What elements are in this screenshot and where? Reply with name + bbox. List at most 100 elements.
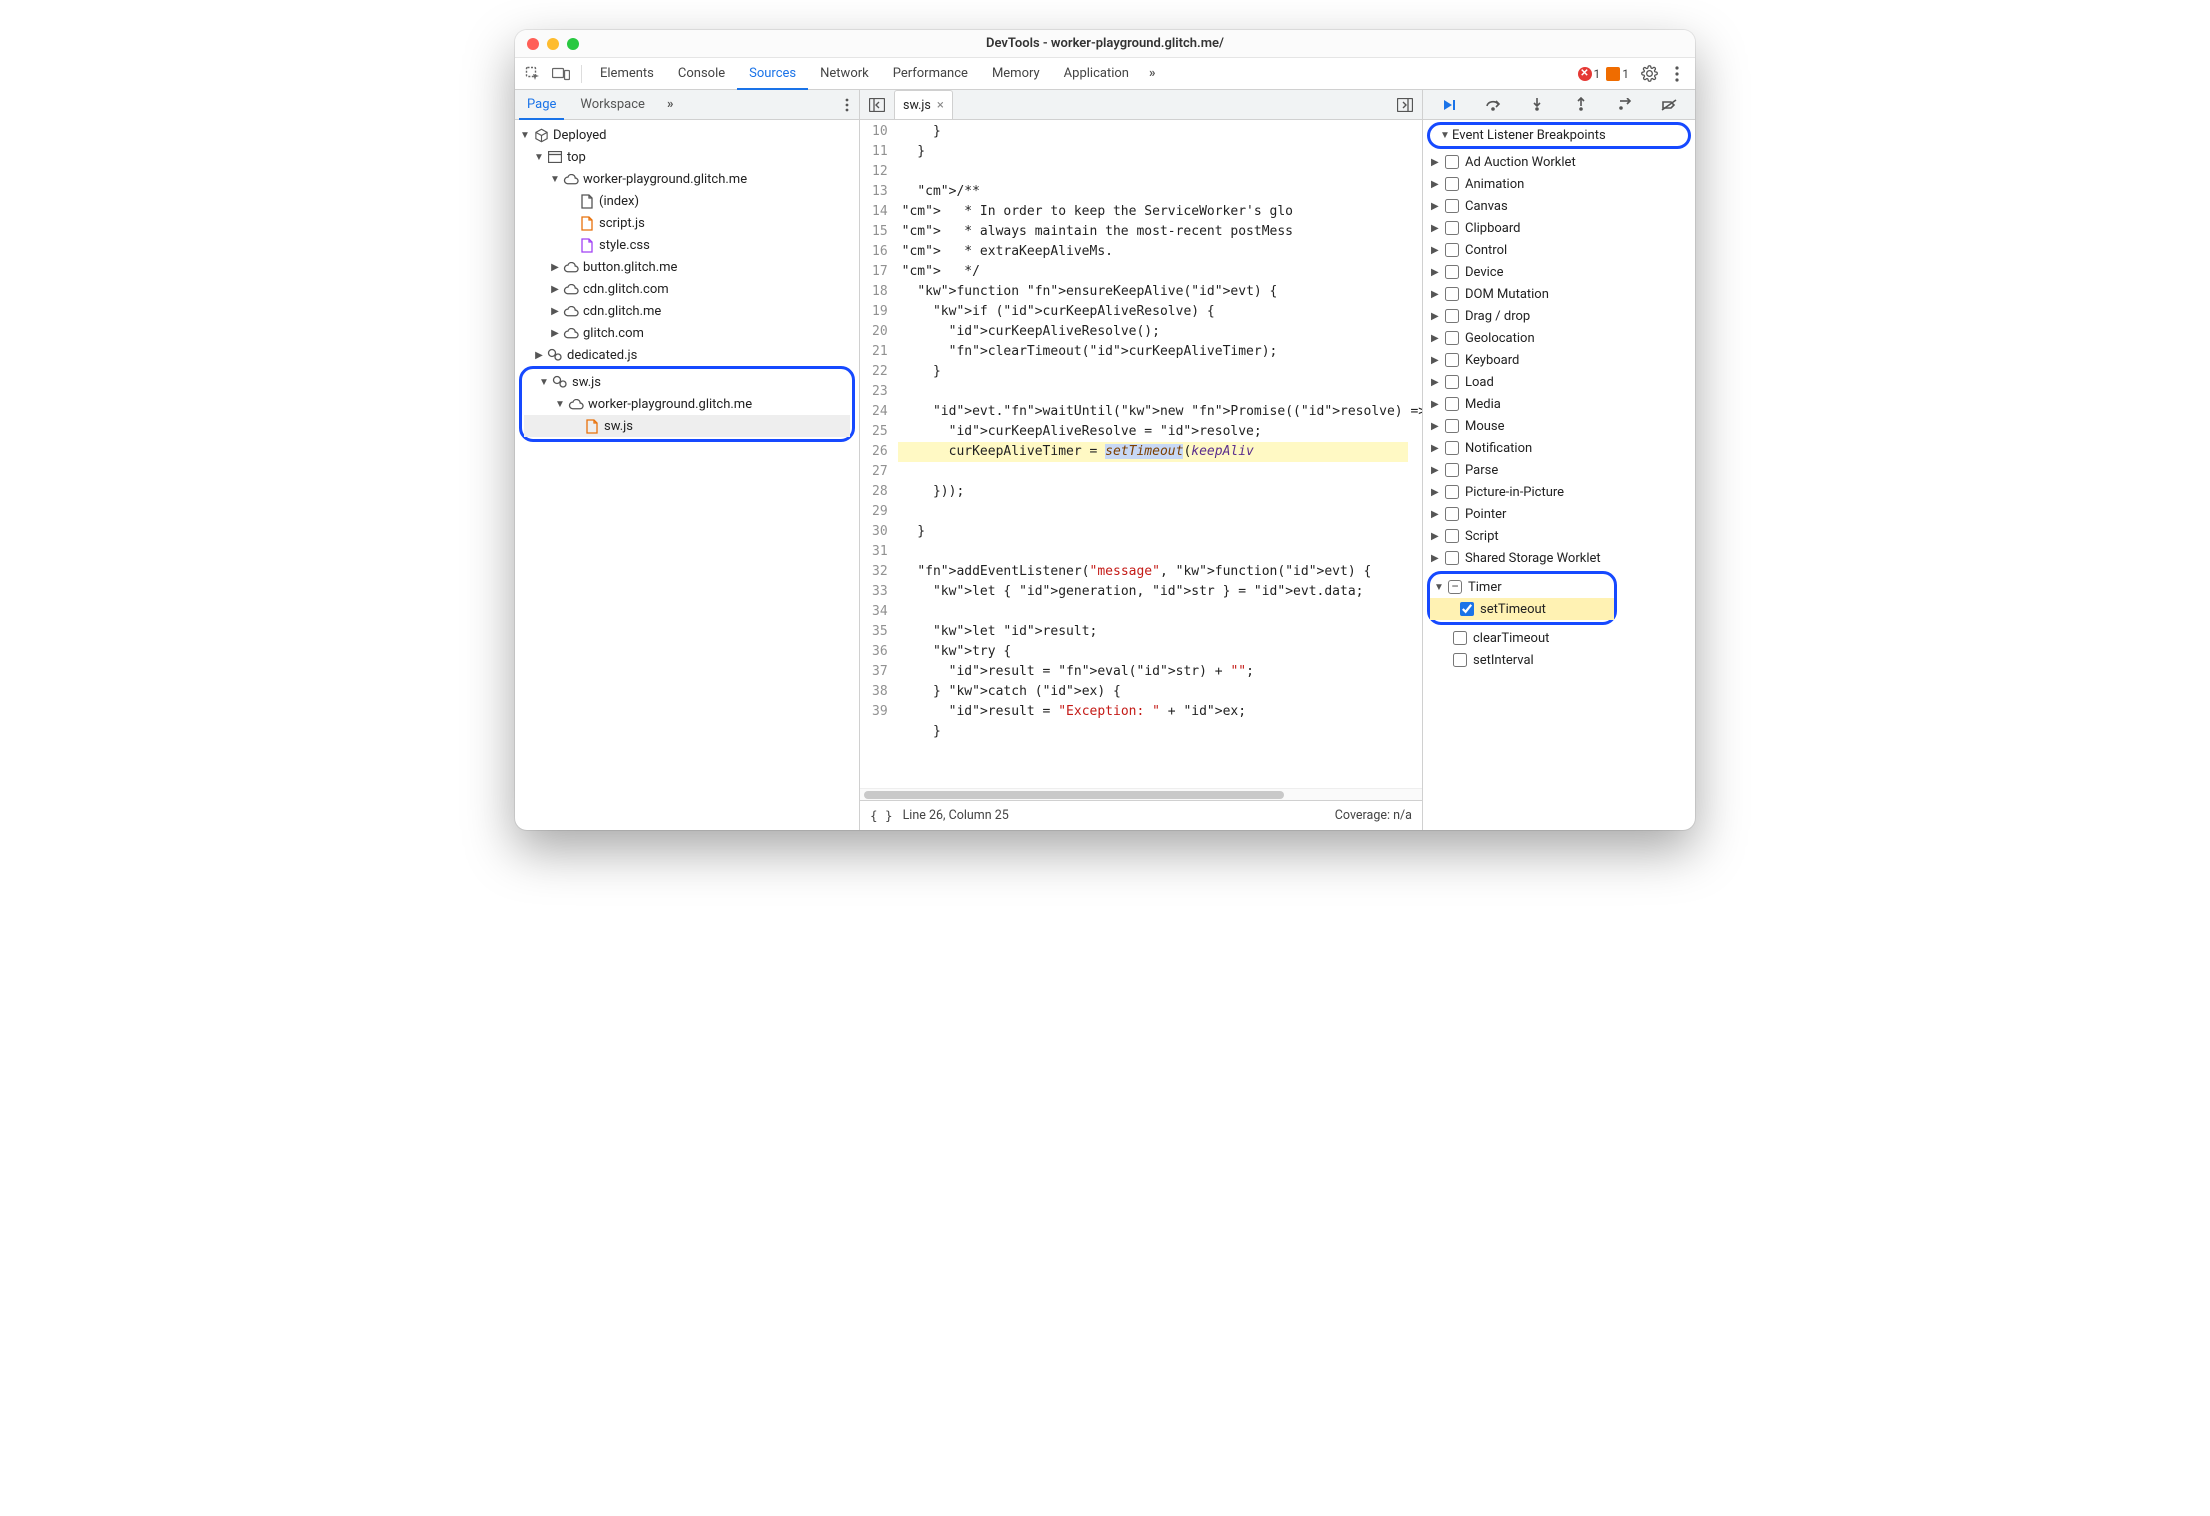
document-icon: [579, 193, 595, 209]
braces-icon[interactable]: { }: [870, 808, 893, 823]
bp-category[interactable]: ▶Clipboard: [1423, 217, 1695, 239]
tree-domain[interactable]: ▶ cdn.glitch.me: [515, 300, 859, 322]
bp-checkbox[interactable]: [1445, 419, 1459, 433]
event-breakpoints-header[interactable]: ▼ Event Listener Breakpoints: [1434, 125, 1684, 146]
close-tab-icon[interactable]: ×: [937, 98, 944, 113]
bp-category[interactable]: ▶Pointer: [1423, 503, 1695, 525]
tree-domain[interactable]: ▶ cdn.glitch.com: [515, 278, 859, 300]
tree-file[interactable]: (index): [515, 190, 859, 212]
tree-deployed[interactable]: ▼ Deployed: [515, 124, 859, 146]
bp-category[interactable]: ▶DOM Mutation: [1423, 283, 1695, 305]
bp-category[interactable]: ▶Device: [1423, 261, 1695, 283]
navigator-tab-workspace[interactable]: Workspace: [572, 90, 653, 119]
step-over-icon[interactable]: [1480, 92, 1506, 118]
tree-worker[interactable]: ▶ dedicated.js: [515, 344, 859, 366]
bp-category-timer[interactable]: ▼ − Timer: [1430, 576, 1614, 598]
bp-checkbox[interactable]: [1445, 353, 1459, 367]
file-tree[interactable]: ▼ Deployed ▼ top ▼: [515, 120, 859, 830]
step-into-icon[interactable]: [1524, 92, 1550, 118]
bp-checkbox[interactable]: [1445, 177, 1459, 191]
bp-category[interactable]: ▶Ad Auction Worklet: [1423, 151, 1695, 173]
tree-file-swjs[interactable]: sw.js: [524, 415, 850, 437]
bp-category[interactable]: ▶Mouse: [1423, 415, 1695, 437]
editor-tab-swjs[interactable]: sw.js ×: [894, 90, 953, 119]
navigator-menu-icon[interactable]: [839, 98, 855, 112]
bp-item-cleartimeout[interactable]: clearTimeout: [1423, 627, 1695, 649]
bp-category[interactable]: ▶Keyboard: [1423, 349, 1695, 371]
debugger-panels[interactable]: ▼ Event Listener Breakpoints ▶Ad Auction…: [1423, 120, 1695, 830]
tree-top[interactable]: ▼ top: [515, 146, 859, 168]
bp-checkbox[interactable]: [1445, 265, 1459, 279]
scrollbar-thumb[interactable]: [864, 791, 1284, 799]
bp-category[interactable]: ▶Geolocation: [1423, 327, 1695, 349]
mixed-checkbox-icon[interactable]: −: [1448, 580, 1462, 594]
bp-item-setinterval[interactable]: setInterval: [1423, 649, 1695, 671]
tree-worker-sw[interactable]: ▼ sw.js: [524, 371, 850, 393]
bp-category[interactable]: ▶Shared Storage Worklet: [1423, 547, 1695, 569]
tree-domain[interactable]: ▼ worker-playground.glitch.me: [524, 393, 850, 415]
bp-category-label: Notification: [1465, 441, 1532, 456]
tree-domain[interactable]: ▼ worker-playground.glitch.me: [515, 168, 859, 190]
bp-category[interactable]: ▶Canvas: [1423, 195, 1695, 217]
bp-checkbox[interactable]: [1445, 199, 1459, 213]
bp-checkbox[interactable]: [1445, 309, 1459, 323]
step-out-icon[interactable]: [1568, 92, 1594, 118]
tab-elements[interactable]: Elements: [588, 58, 666, 89]
tab-application[interactable]: Application: [1052, 58, 1141, 89]
bp-checkbox[interactable]: [1445, 507, 1459, 521]
bp-checkbox[interactable]: [1445, 485, 1459, 499]
bp-checkbox[interactable]: [1445, 463, 1459, 477]
bp-item-settimeout[interactable]: setTimeout: [1430, 598, 1614, 620]
tree-file[interactable]: style.css: [515, 234, 859, 256]
code-editor[interactable]: 1011121314151617181920212223242526272829…: [860, 120, 1422, 788]
bp-checkbox[interactable]: [1445, 287, 1459, 301]
tree-domain[interactable]: ▶ button.glitch.me: [515, 256, 859, 278]
toggle-debugger-icon[interactable]: [1392, 92, 1418, 118]
device-toolbar-icon[interactable]: [547, 60, 575, 88]
bp-category[interactable]: ▶Control: [1423, 239, 1695, 261]
bp-checkbox[interactable]: [1445, 529, 1459, 543]
navigator-tab-page[interactable]: Page: [519, 91, 564, 120]
tree-domain[interactable]: ▶ glitch.com: [515, 322, 859, 344]
tree-file[interactable]: script.js: [515, 212, 859, 234]
tree-label: cdn.glitch.me: [583, 304, 661, 319]
error-count[interactable]: ✕ 1: [1578, 67, 1601, 81]
bp-category[interactable]: ▶Parse: [1423, 459, 1695, 481]
bp-checkbox[interactable]: [1445, 243, 1459, 257]
bp-checkbox[interactable]: [1445, 331, 1459, 345]
tab-memory[interactable]: Memory: [980, 58, 1052, 89]
bp-checkbox[interactable]: [1460, 602, 1474, 616]
bp-checkbox[interactable]: [1453, 631, 1467, 645]
bp-category[interactable]: ▶Script: [1423, 525, 1695, 547]
bp-category[interactable]: ▶Media: [1423, 393, 1695, 415]
bp-checkbox[interactable]: [1445, 397, 1459, 411]
step-icon[interactable]: [1612, 92, 1638, 118]
bp-category[interactable]: ▶Notification: [1423, 437, 1695, 459]
bp-checkbox[interactable]: [1453, 653, 1467, 667]
toggle-navigator-icon[interactable]: [864, 92, 890, 118]
tab-network[interactable]: Network: [808, 58, 881, 89]
kebab-menu-icon[interactable]: [1663, 60, 1691, 88]
bp-category[interactable]: ▶Animation: [1423, 173, 1695, 195]
tab-performance[interactable]: Performance: [881, 58, 980, 89]
bp-checkbox[interactable]: [1445, 441, 1459, 455]
warning-count[interactable]: 1: [1606, 67, 1629, 81]
horizontal-scrollbar[interactable]: [860, 788, 1422, 800]
tab-console[interactable]: Console: [666, 58, 737, 89]
cloud-icon: [563, 303, 579, 319]
resume-icon[interactable]: [1436, 92, 1462, 118]
navigator-more-button[interactable]: »: [661, 97, 680, 112]
bp-category[interactable]: ▶Load: [1423, 371, 1695, 393]
bp-category[interactable]: ▶Picture-in-Picture: [1423, 481, 1695, 503]
code-content[interactable]: } } "cm">/** "cm"> * In order to keep th…: [898, 120, 1422, 788]
settings-icon[interactable]: [1635, 60, 1663, 88]
deactivate-breakpoints-icon[interactable]: [1656, 92, 1682, 118]
bp-checkbox[interactable]: [1445, 221, 1459, 235]
bp-checkbox[interactable]: [1445, 155, 1459, 169]
bp-checkbox[interactable]: [1445, 551, 1459, 565]
inspect-element-icon[interactable]: [519, 60, 547, 88]
bp-category[interactable]: ▶Drag / drop: [1423, 305, 1695, 327]
bp-checkbox[interactable]: [1445, 375, 1459, 389]
tab-sources[interactable]: Sources: [737, 59, 808, 90]
more-tabs-button[interactable]: »: [1141, 66, 1164, 81]
